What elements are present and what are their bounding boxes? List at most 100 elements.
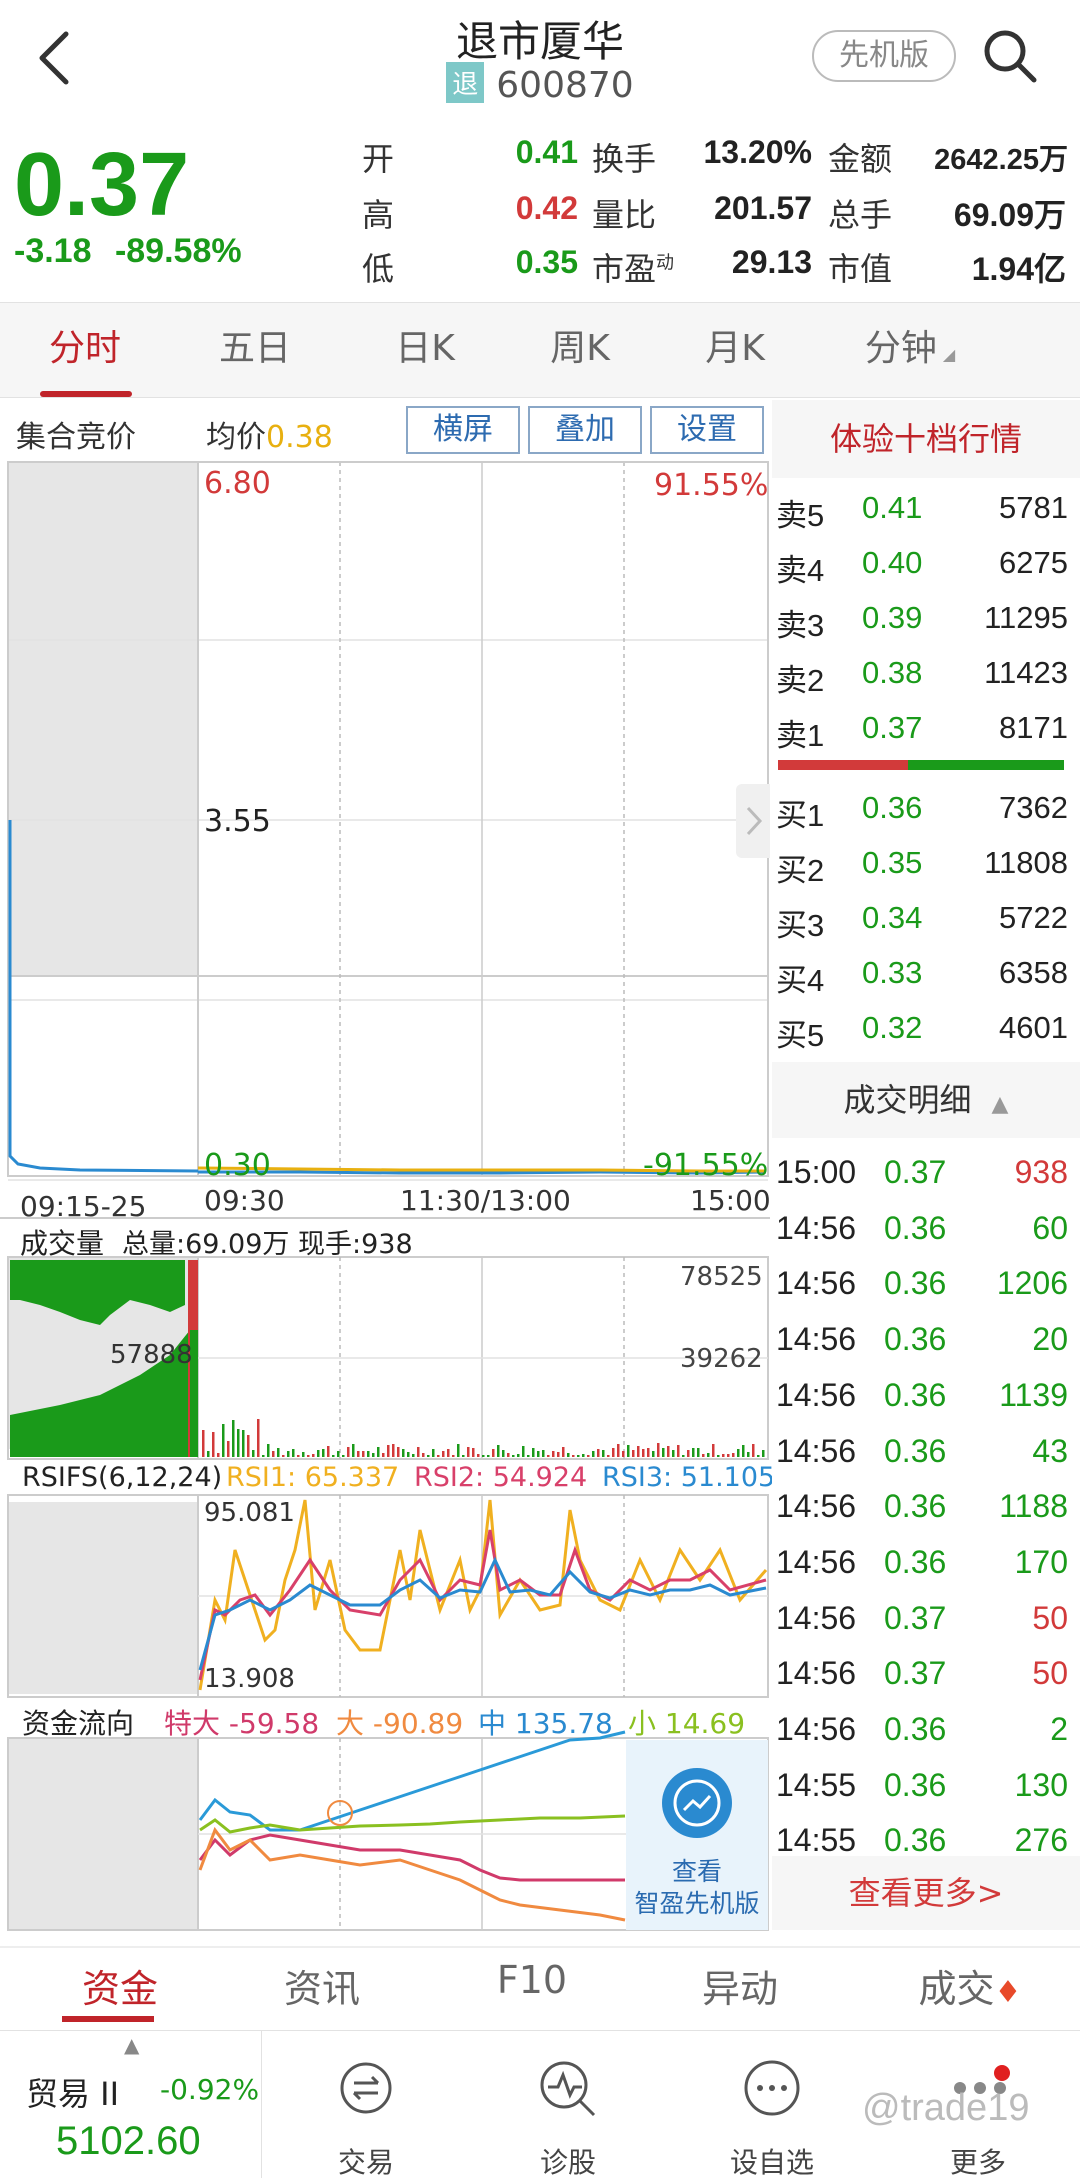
- volume-bar: [702, 1454, 705, 1457]
- volume-bar: [292, 1449, 295, 1457]
- level-label: 买2: [776, 853, 825, 888]
- tab-intraday[interactable]: 分时: [20, 303, 150, 399]
- bid-row[interactable]: 买4 0.33 6358: [772, 945, 1072, 1000]
- trade-volume: 50: [1032, 1655, 1068, 1692]
- bid-row[interactable]: 买2 0.35 11808: [772, 835, 1072, 890]
- tab-weekly-k[interactable]: 周K: [515, 303, 645, 399]
- tab-daily-k[interactable]: 日K: [360, 303, 490, 399]
- volume-bar: [397, 1447, 400, 1457]
- volume-bar: [327, 1446, 330, 1457]
- volume-bar: [357, 1451, 360, 1457]
- nav-watchlist[interactable]: 设自选: [712, 2043, 832, 2179]
- diagnose-icon: [540, 2061, 596, 2117]
- volume-bar: [362, 1451, 365, 1457]
- level-label: 卖2: [776, 663, 825, 698]
- level-price: 0.40: [862, 545, 923, 580]
- volume-bar: [242, 1430, 245, 1457]
- time-close-label: 15:00: [690, 1184, 771, 1217]
- tab-five-day[interactable]: 五日: [190, 303, 320, 399]
- trade-detail-header[interactable]: 成交明细 ▲: [772, 1062, 1080, 1138]
- volume-bar: [752, 1444, 755, 1457]
- view-more-link[interactable]: 查看更多>: [772, 1856, 1080, 1930]
- volume-bar: [337, 1451, 340, 1457]
- volume-bar: [672, 1450, 675, 1457]
- volume-bar: [532, 1448, 535, 1457]
- flow-medium-label: 中 135.78: [478, 1707, 613, 1740]
- expand-orderbook-handle[interactable]: [736, 784, 770, 858]
- pro-promo-card[interactable]: 查看 智盈先机版: [626, 1740, 768, 1930]
- trade-price: 0.36: [884, 1209, 947, 1246]
- tab-trades[interactable]: 成交♦: [900, 1958, 1040, 2013]
- trade-time: 14:56: [776, 1432, 857, 1469]
- volume-bar: [662, 1448, 665, 1457]
- bid-row[interactable]: 买3 0.34 5722: [772, 890, 1072, 945]
- trade-price: 0.36: [884, 1488, 947, 1525]
- ask-row[interactable]: 卖2 0.38 11423: [772, 645, 1072, 700]
- ask-row[interactable]: 卖4 0.40 6275: [772, 535, 1072, 590]
- level-label: 卖4: [776, 553, 825, 588]
- volume-bar: [517, 1454, 520, 1457]
- high-value: 0.42: [515, 190, 578, 226]
- pro-version-button[interactable]: 先机版: [812, 30, 956, 82]
- bottom-navigation: ▲ 贸易 II -0.92% 5102.60 交易 诊股 设自选 更多 @tra…: [0, 2030, 1080, 2179]
- volume-bar: [617, 1444, 620, 1457]
- volume-bar: [762, 1450, 765, 1457]
- trade-row: 14:56 0.36 2: [772, 1701, 1072, 1756]
- volume-bar: [447, 1449, 450, 1457]
- tab-news[interactable]: 资讯: [262, 1958, 382, 2013]
- bid-row[interactable]: 买5 0.32 4601: [772, 1000, 1072, 1055]
- period-tabs: 分时 五日 日K 周K 月K 分钟 ◢: [0, 302, 1080, 398]
- volume-bar: [432, 1449, 435, 1457]
- volume-bar: [512, 1455, 515, 1457]
- volume-now: 现手:938: [298, 1229, 413, 1260]
- volume-bar: [527, 1455, 530, 1457]
- level-price: 0.34: [862, 900, 923, 935]
- volume-bar: [652, 1451, 655, 1457]
- ask-row[interactable]: 卖3 0.39 11295: [772, 590, 1072, 645]
- trade-price: 0.36: [884, 1432, 947, 1469]
- ask-row[interactable]: 卖1 0.37 8171: [772, 700, 1072, 755]
- low-value: 0.35: [515, 244, 578, 280]
- volume-bar: [372, 1453, 375, 1457]
- volume-bar: [262, 1455, 265, 1457]
- volume-bar: [307, 1455, 310, 1457]
- ask-row[interactable]: 卖5 0.41 5781: [772, 480, 1072, 535]
- index-ticker[interactable]: ▲ 贸易 II -0.92% 5102.60: [0, 2031, 262, 2178]
- search-icon[interactable]: [980, 26, 1040, 86]
- chart-area: 集合竞价 均价0.38 横屏 叠加 设置 6.80 91.55% 3.55 0.…: [0, 400, 775, 1940]
- volume-bar: [227, 1441, 230, 1457]
- volume-bar: [472, 1448, 475, 1457]
- rsi2-label: RSI2: 54.924: [414, 1462, 588, 1493]
- tab-minute[interactable]: 分钟 ◢: [845, 303, 975, 399]
- trade-volume: 170: [1014, 1543, 1068, 1580]
- tab-fund[interactable]: 资金: [60, 1958, 180, 2013]
- active-tab-indicator: [40, 391, 132, 397]
- bid-row[interactable]: 买1 0.36 7362: [772, 780, 1072, 835]
- tab-f10[interactable]: F10: [472, 1958, 592, 2002]
- level-price: 0.32: [862, 1010, 923, 1045]
- nav-diagnose[interactable]: 诊股: [508, 2043, 628, 2179]
- volume-bar: [682, 1455, 685, 1457]
- pct-min-label: -91.55%: [643, 1148, 769, 1183]
- promo-line1: 查看: [671, 1857, 722, 1886]
- volume-bar: [257, 1419, 260, 1457]
- pe-value: 29.13: [731, 244, 812, 280]
- tab-monthly-k[interactable]: 月K: [670, 303, 800, 399]
- trade-price: 0.36: [884, 1711, 947, 1747]
- volume-bar: [462, 1455, 465, 1457]
- rsi-title: RSIFS(6,12,24): [22, 1462, 223, 1493]
- nav-more-label: 更多: [949, 2146, 1006, 2179]
- volume-bar: [757, 1455, 760, 1457]
- rsi-max-label: 95.081: [204, 1498, 295, 1528]
- level10-button[interactable]: 体验十档行情: [772, 400, 1080, 478]
- volume-bar: [457, 1444, 460, 1457]
- trade-time: 15:00: [776, 1154, 857, 1190]
- trade-time: 14:56: [776, 1543, 857, 1580]
- volume-bar: [417, 1447, 420, 1457]
- volume-bar: [597, 1449, 600, 1457]
- time-auction-label: 09:15-25: [20, 1190, 147, 1223]
- tab-movement[interactable]: 异动: [680, 1958, 800, 2013]
- fire-icon: ♦: [994, 1975, 1022, 2010]
- trade-row: 15:00 0.37 938: [772, 1144, 1072, 1199]
- nav-trade[interactable]: 交易: [306, 2043, 426, 2179]
